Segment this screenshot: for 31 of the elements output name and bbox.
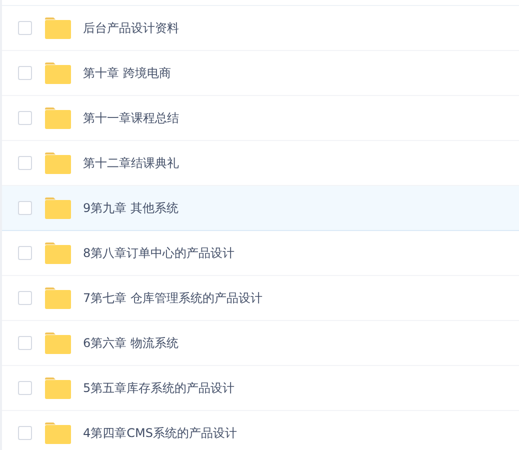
folder-icon <box>45 377 71 399</box>
checkbox[interactable] <box>18 246 32 260</box>
file-name[interactable]: 9第九章 其他系统 <box>83 199 178 217</box>
checkbox[interactable] <box>18 111 32 125</box>
file-name[interactable]: 后台产品设计资料 <box>83 19 179 37</box>
folder-icon <box>45 422 71 444</box>
file-name[interactable]: 第十章 跨境电商 <box>83 64 171 82</box>
checkbox[interactable] <box>18 66 32 80</box>
checkbox[interactable] <box>18 291 32 305</box>
folder-icon <box>45 197 71 219</box>
folder-icon <box>45 62 71 84</box>
folder-icon <box>45 242 71 264</box>
checkbox[interactable] <box>18 156 32 170</box>
checkbox[interactable] <box>18 336 32 350</box>
checkbox[interactable] <box>18 426 32 440</box>
file-row[interactable]: 9第九章 其他系统 <box>2 186 519 231</box>
folder-icon <box>45 152 71 174</box>
folder-icon <box>45 287 71 309</box>
folder-icon <box>45 17 71 39</box>
checkbox[interactable] <box>18 201 32 215</box>
file-name[interactable]: 6第六章 物流系统 <box>83 334 178 352</box>
checkbox[interactable] <box>18 381 32 395</box>
file-name[interactable]: 4第四章CMS系统的产品设计 <box>83 424 237 442</box>
folder-icon <box>45 107 71 129</box>
file-name[interactable]: 5第五章库存系统的产品设计 <box>83 379 235 397</box>
folder-icon <box>45 332 71 354</box>
checkbox[interactable] <box>18 21 32 35</box>
file-name[interactable]: 第十一章课程总结 <box>83 109 179 127</box>
file-name[interactable]: 8第八章订单中心的产品设计 <box>83 244 235 262</box>
file-name[interactable]: 第十二章结课典礼 <box>83 154 179 172</box>
file-name[interactable]: 7第七章 仓库管理系统的产品设计 <box>83 289 262 307</box>
